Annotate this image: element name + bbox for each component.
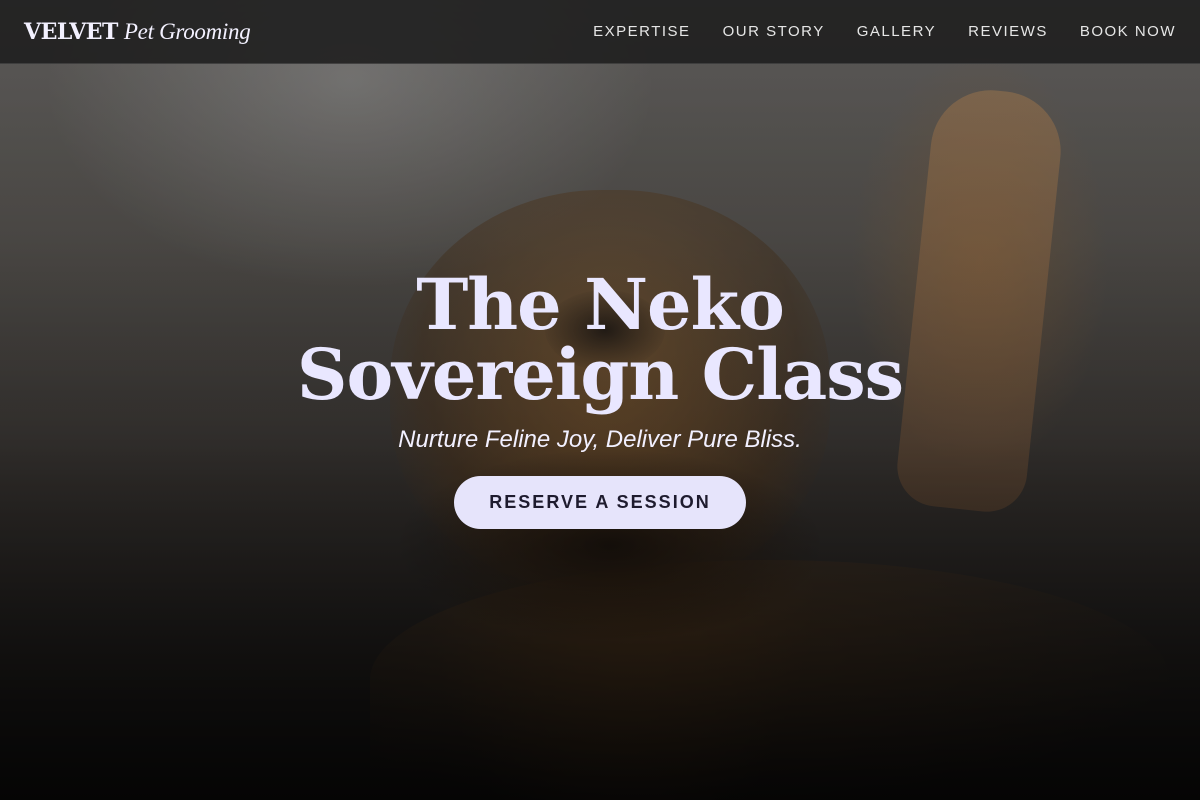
nav-link-reviews[interactable]: REVIEWS — [968, 23, 1048, 40]
main-nav: EXPERTISE OUR STORY GALLERY REVIEWS BOOK… — [593, 23, 1176, 40]
hero-title: The Neko Sovereign Class — [296, 263, 904, 416]
hero-section: The Neko Sovereign Class Nurture Feline … — [0, 270, 1200, 529]
nav-link-our-story[interactable]: OUR STORY — [723, 23, 825, 40]
brand-logo[interactable]: VELVET Pet Grooming — [24, 18, 251, 45]
nav-link-expertise[interactable]: EXPERTISE — [593, 23, 690, 40]
top-nav-bar: VELVET Pet Grooming EXPERTISE OUR STORY … — [0, 0, 1200, 64]
reserve-session-button[interactable]: RESERVE A SESSION — [454, 476, 746, 529]
brand-subtitle: Pet Grooming — [123, 18, 251, 44]
nav-link-gallery[interactable]: GALLERY — [857, 23, 936, 40]
hero-tagline: Nurture Feline Joy, Deliver Pure Bliss. — [398, 426, 802, 453]
nav-link-book-now[interactable]: BOOK NOW — [1080, 23, 1176, 40]
brand-name: VELVET — [24, 18, 118, 45]
